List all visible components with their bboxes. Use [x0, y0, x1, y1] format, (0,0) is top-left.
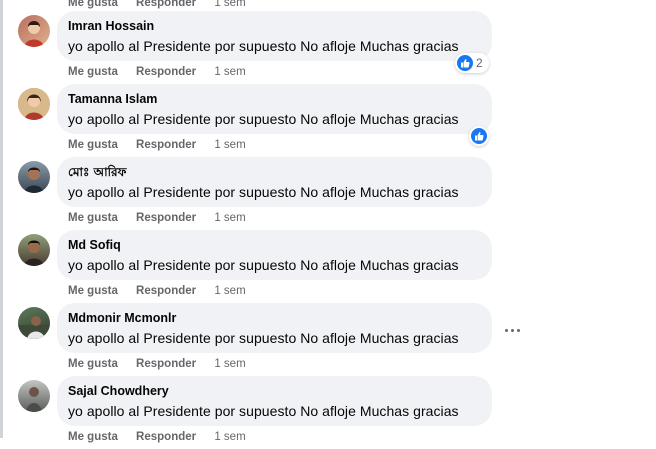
comment-bubble: Tamanna Islam yo apollo al Presidente po…: [57, 84, 492, 134]
like-action[interactable]: Me gusta: [68, 285, 118, 297]
avatar[interactable]: [18, 15, 50, 47]
comment: Imran Hossain yo apollo al Presidente po…: [0, 11, 656, 84]
like-action[interactable]: Me gusta: [68, 139, 118, 151]
like-action[interactable]: Me gusta: [68, 212, 118, 224]
comment: Sajal Chowdhery yo apollo al Presidente …: [0, 376, 656, 449]
comment-author[interactable]: Md Sofiq: [68, 238, 480, 253]
comment-bubble: Imran Hossain yo apollo al Presidente po…: [57, 11, 492, 61]
like-icon: [471, 128, 487, 144]
comment-bubble: Mdmonir Mcmonlr yo apollo al Presidente …: [57, 303, 492, 353]
reply-action[interactable]: Responder: [136, 212, 196, 224]
comment-text: yo apollo al Presidente por supuesto No …: [68, 330, 459, 346]
reaction-badge[interactable]: 2: [455, 53, 489, 73]
comment: Mdmonir Mcmonlr yo apollo al Presidente …: [0, 303, 656, 376]
comment: Md Sofiq yo apollo al Presidente por sup…: [0, 230, 656, 303]
comment-text: yo apollo al Presidente por supuesto No …: [68, 184, 459, 200]
comment-time[interactable]: 1 sem: [214, 66, 245, 78]
comment-author[interactable]: Mdmonir Mcmonlr: [68, 311, 480, 326]
comment-time[interactable]: 1 sem: [214, 358, 245, 370]
comment-time[interactable]: 1 sem: [214, 0, 245, 9]
more-options-icon[interactable]: [502, 320, 522, 340]
avatar[interactable]: [18, 380, 50, 412]
comment-actions: Me gusta Responder 1 sem: [68, 431, 246, 443]
comment-actions: Me gusta Responder 1 sem: [68, 212, 246, 224]
avatar[interactable]: [18, 307, 50, 339]
comment-text: yo apollo al Presidente por supuesto No …: [68, 257, 459, 273]
avatar[interactable]: [18, 88, 50, 120]
comment-time[interactable]: 1 sem: [214, 431, 245, 443]
comment-time[interactable]: 1 sem: [214, 285, 245, 297]
comment-actions: Me gusta Responder 1 sem: [68, 139, 246, 151]
comment-bubble: মোঃ আরিফ yo apollo al Presidente por sup…: [57, 157, 492, 207]
comment-text: yo apollo al Presidente por supuesto No …: [68, 111, 459, 127]
comment-author[interactable]: Sajal Chowdhery: [68, 384, 480, 399]
like-icon: [457, 55, 473, 71]
avatar[interactable]: [18, 161, 50, 193]
like-action[interactable]: Me gusta: [68, 431, 118, 443]
reply-action[interactable]: Responder: [136, 139, 196, 151]
comment-actions: Me gusta Responder 1 sem: [68, 285, 246, 297]
comment-author[interactable]: মোঃ আরিফ: [68, 165, 480, 180]
reply-action[interactable]: Responder: [136, 358, 196, 370]
comment: Tamanna Islam yo apollo al Presidente po…: [0, 84, 656, 157]
comment-list: Me gusta Responder 1 sem Imran Hossain y…: [0, 0, 656, 443]
reaction-count: 2: [476, 56, 483, 70]
reply-action[interactable]: Responder: [136, 431, 196, 443]
like-action[interactable]: Me gusta: [68, 0, 118, 9]
comment-author[interactable]: Imran Hossain: [68, 19, 480, 34]
comment-actions: Me gusta Responder 1 sem: [68, 66, 246, 78]
reaction-badge[interactable]: [469, 126, 489, 146]
comment-actions: Me gusta Responder 1 sem: [68, 0, 246, 9]
comment-actions: Me gusta Responder 1 sem: [68, 358, 246, 370]
comment-time[interactable]: 1 sem: [214, 212, 245, 224]
comment: মোঃ আরিফ yo apollo al Presidente por sup…: [0, 157, 656, 230]
comment-author[interactable]: Tamanna Islam: [68, 92, 480, 107]
comment-text: yo apollo al Presidente por supuesto No …: [68, 403, 459, 419]
comment-text: yo apollo al Presidente por supuesto No …: [68, 38, 459, 54]
reply-action[interactable]: Responder: [136, 285, 196, 297]
comment-bubble: Md Sofiq yo apollo al Presidente por sup…: [57, 230, 492, 280]
comment-bubble: Sajal Chowdhery yo apollo al Presidente …: [57, 376, 492, 426]
like-action[interactable]: Me gusta: [68, 358, 118, 370]
like-action[interactable]: Me gusta: [68, 66, 118, 78]
reply-action[interactable]: Responder: [136, 0, 196, 9]
avatar[interactable]: [18, 234, 50, 266]
reply-action[interactable]: Responder: [136, 66, 196, 78]
comment-time[interactable]: 1 sem: [214, 139, 245, 151]
